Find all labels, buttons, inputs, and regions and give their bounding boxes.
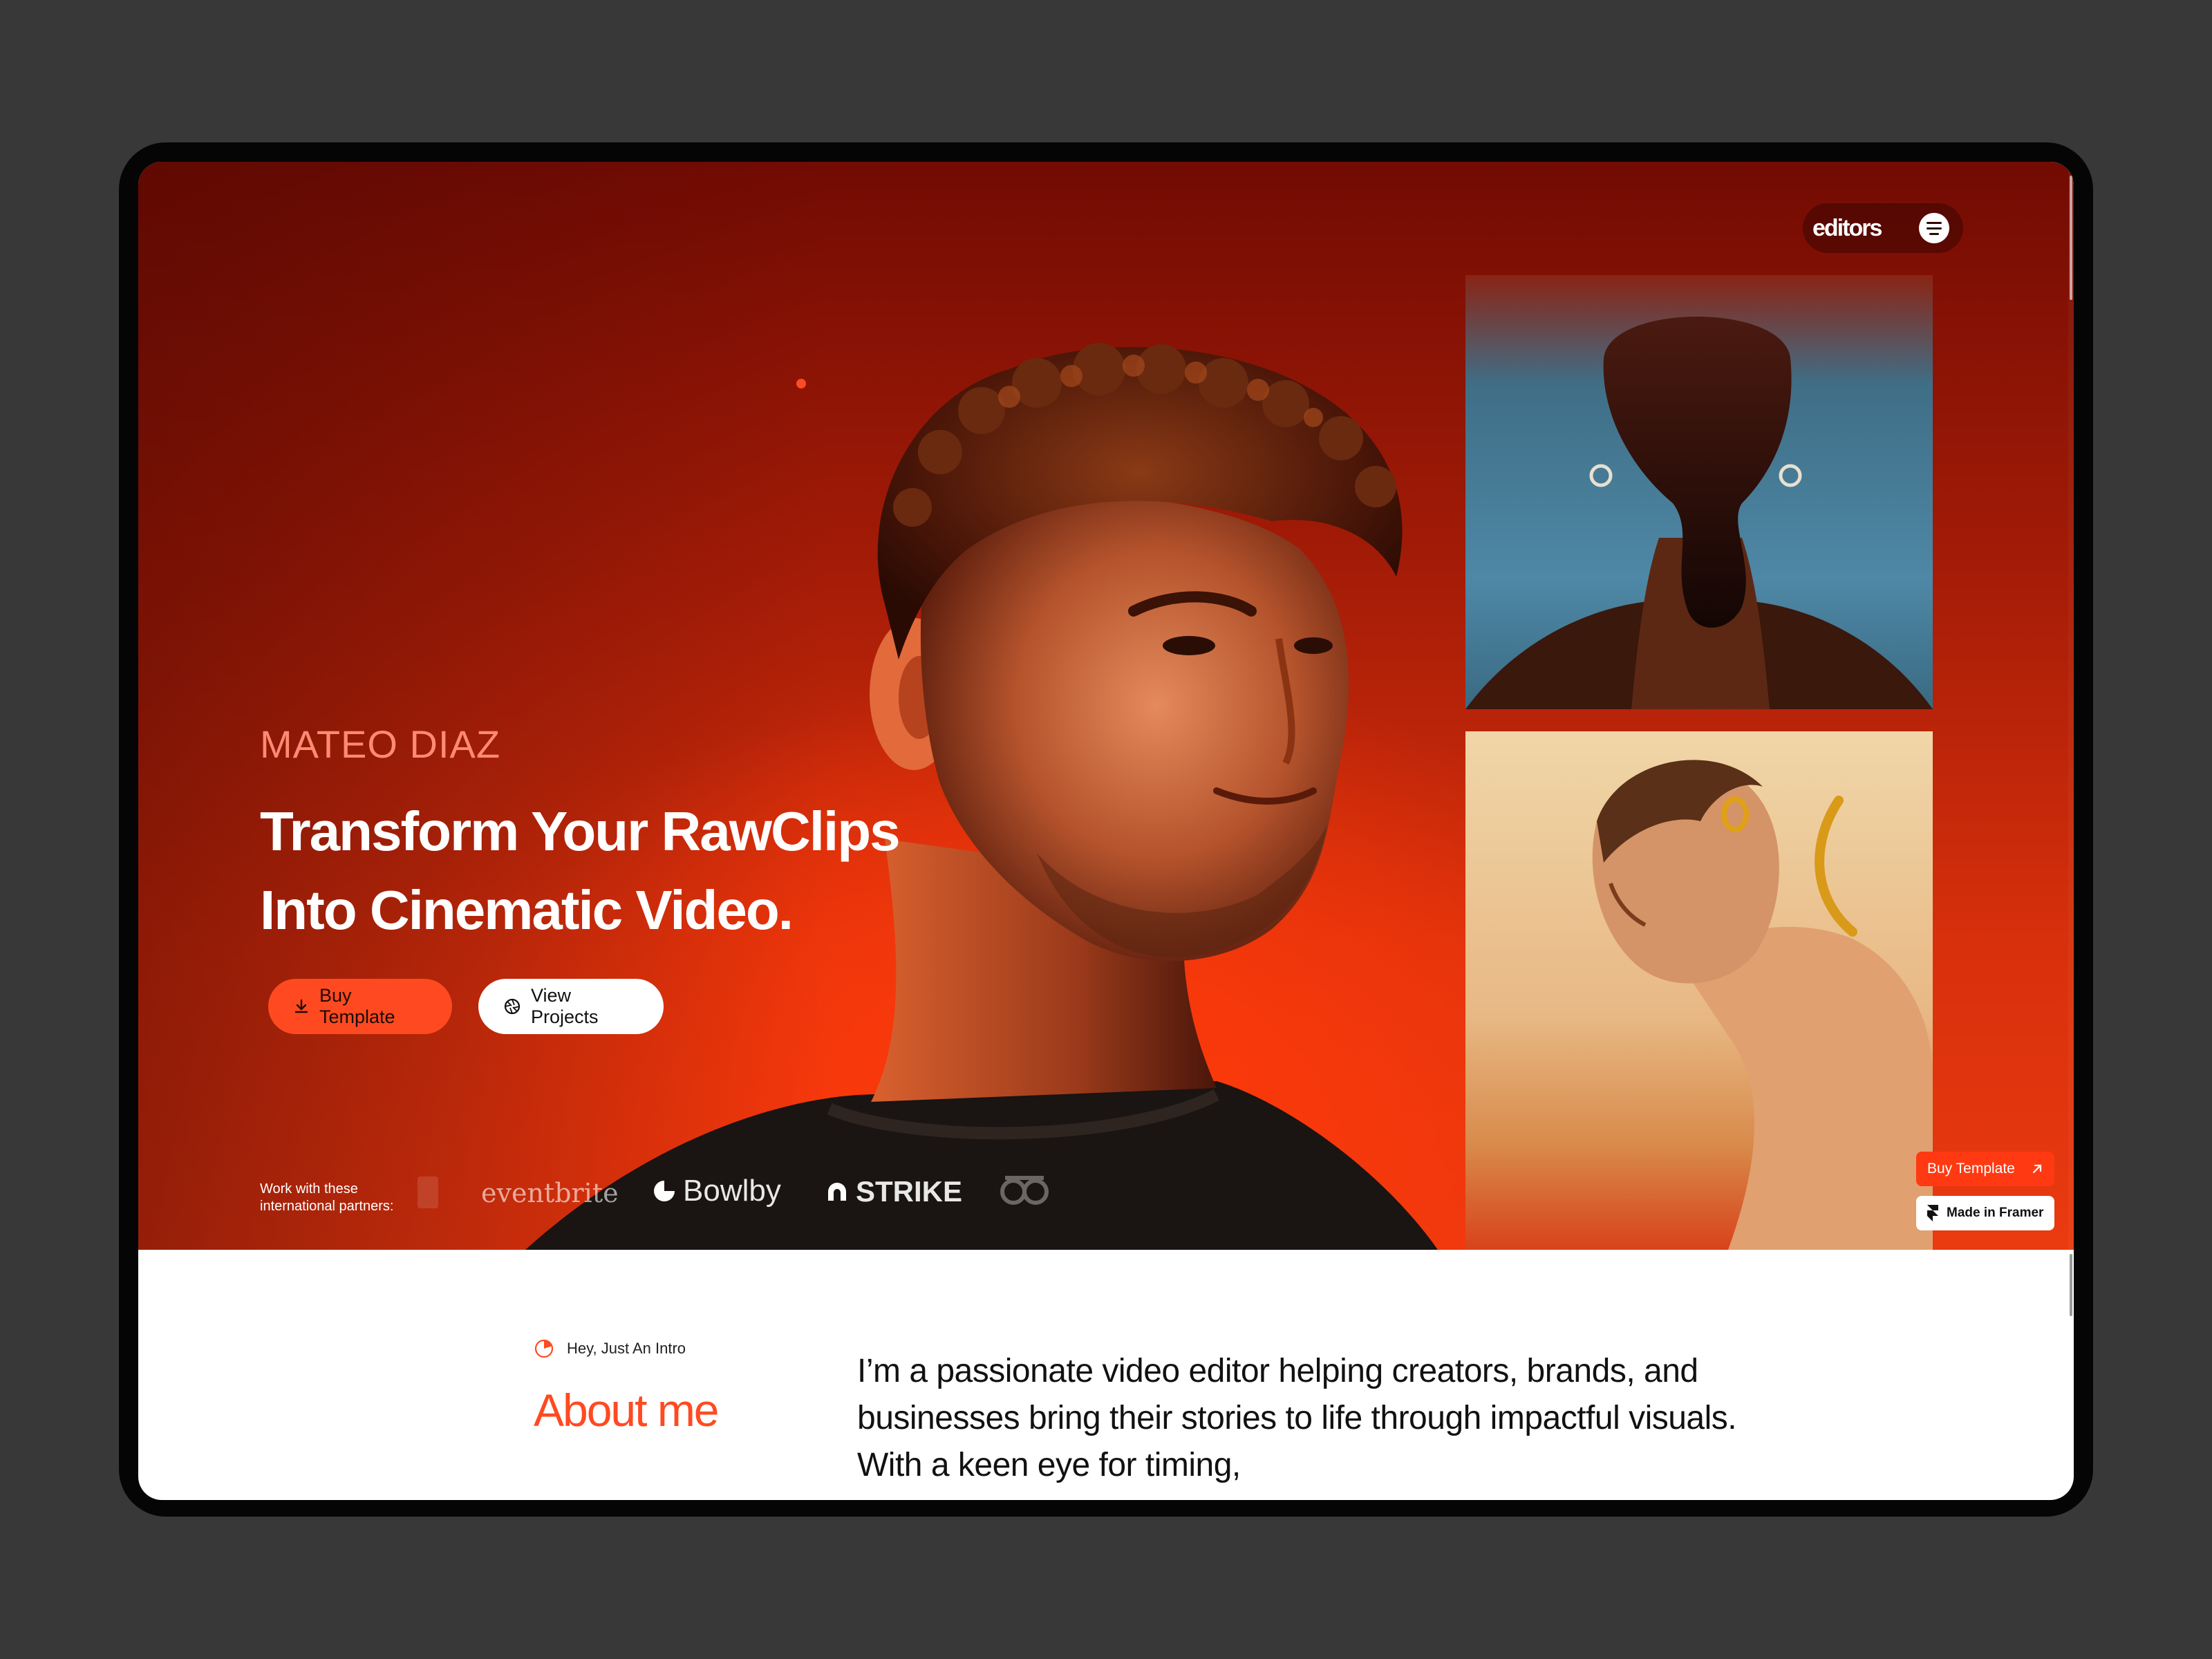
view-projects-button[interactable]: View Projects: [478, 979, 664, 1034]
about-eyebrow: Hey, Just An Intro: [534, 1338, 686, 1359]
partners-label-line-1: Work with these: [260, 1181, 358, 1197]
partner-logo-partial: [998, 1172, 1051, 1207]
accent-dot: [796, 379, 806, 388]
pie-icon: [534, 1339, 554, 1358]
buy-template-label: Buy Template: [319, 985, 395, 1027]
site-logo[interactable]: editors: [1812, 215, 1882, 242]
strike-mark-icon: [828, 1183, 846, 1201]
partner-logo-eventbrite: eventbrite: [481, 1178, 619, 1208]
download-icon: [294, 999, 308, 1013]
bowlby-mark-icon: [654, 1181, 675, 1201]
partner-mark-icon: [1000, 1176, 1049, 1205]
partners-label: Work with these international partners:: [260, 1181, 393, 1215]
partners-label-line-2: international partners:: [260, 1199, 394, 1214]
made-in-framer-badge[interactable]: Made in Framer: [1916, 1196, 2054, 1230]
framer-buy-label: Buy Template: [1927, 1161, 2015, 1177]
hero-section: MATEO DIAZ Transform Your RawClips Into …: [138, 162, 2074, 1250]
made-in-framer-label: Made in Framer: [1947, 1206, 2044, 1220]
arrow-up-right-icon: [2032, 1164, 2042, 1174]
hero-headline: Transform Your RawClips Into Cinematic V…: [260, 792, 901, 950]
project-thumbnail-2[interactable]: [1465, 731, 1933, 1250]
menu-icon[interactable]: [1919, 213, 1949, 243]
aperture-icon: [504, 998, 521, 1015]
framer-icon: [1927, 1205, 1938, 1221]
scrollbar-thumb-lower[interactable]: [2070, 1254, 2072, 1316]
partner-logo-bowlby: Bowlby: [653, 1174, 781, 1208]
framer-buy-template-badge[interactable]: Buy Template: [1916, 1152, 2054, 1186]
view-projects-label: View Projects: [531, 985, 599, 1027]
browser-viewport: MATEO DIAZ Transform Your RawClips Into …: [138, 162, 2074, 1500]
about-body: I’m a passionate video editor helping cr…: [857, 1353, 1737, 1483]
hero-headline-line-1: Transform Your RawClips: [260, 800, 901, 862]
partner-name-bowlby: Bowlby: [683, 1174, 781, 1208]
about-eyebrow-text: Hey, Just An Intro: [567, 1340, 686, 1357]
partner-name-strike: STRIKE: [856, 1175, 963, 1208]
about-title: About me: [534, 1385, 719, 1436]
project-thumbnail-1[interactable]: [1465, 275, 1933, 709]
scrollbar-thumb[interactable]: [2070, 176, 2072, 300]
device-frame: MATEO DIAZ Transform Your RawClips Into …: [119, 142, 2093, 1517]
nav-pill: editors: [1803, 203, 1963, 253]
hero-name: MATEO DIAZ: [260, 722, 501, 766]
hero-headline-line-2: Into Cinematic Video.: [260, 879, 794, 941]
partner-logo-strike: STRIKE: [825, 1175, 962, 1208]
partner-logo-faded: [418, 1177, 438, 1208]
buy-template-button[interactable]: Buy Template: [268, 979, 452, 1034]
